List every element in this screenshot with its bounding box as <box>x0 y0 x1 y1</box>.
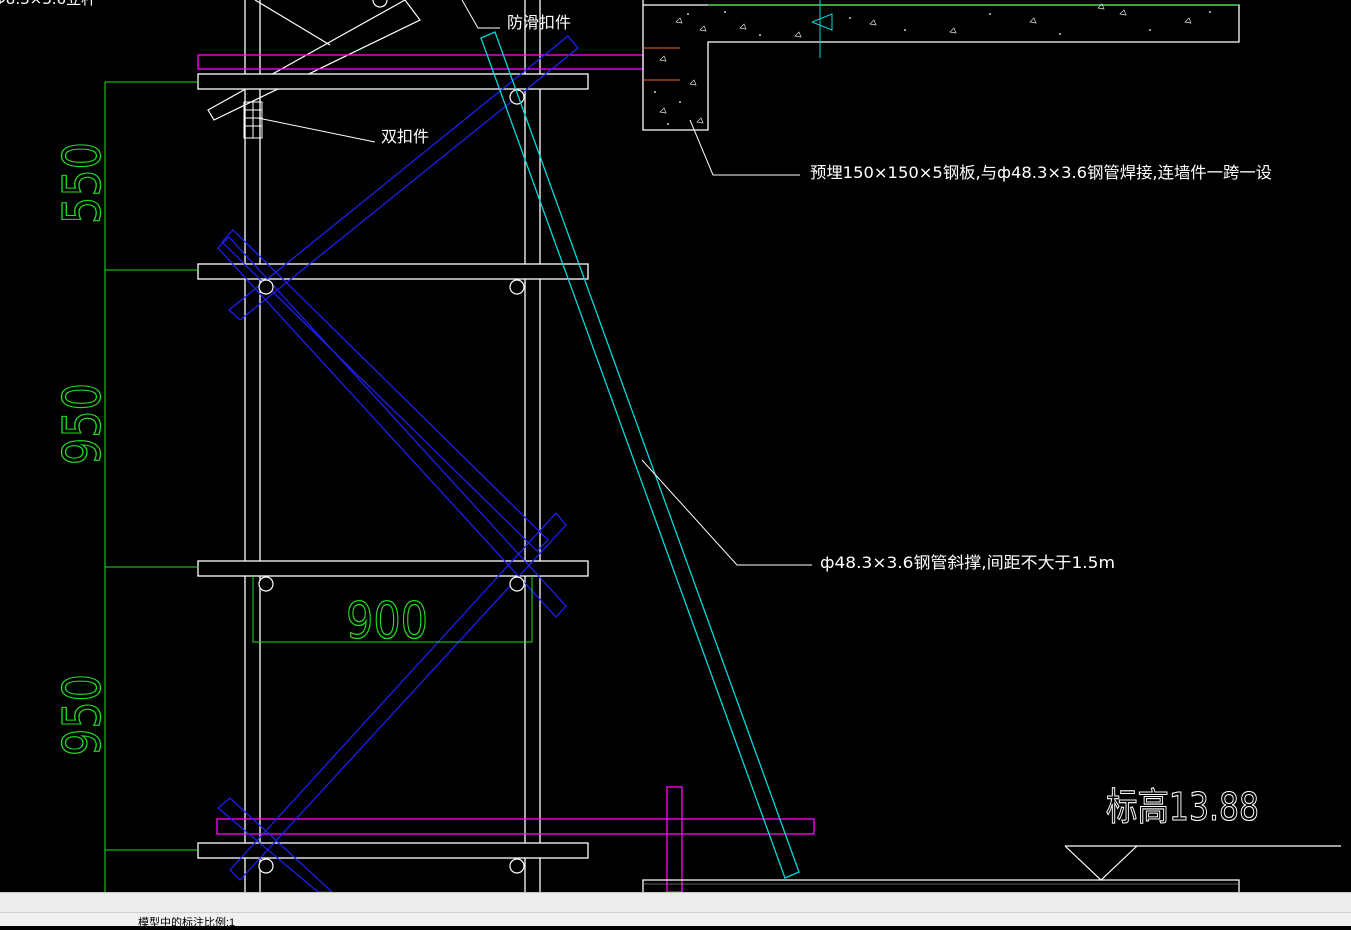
label-embed-note: 预埋150×150×5钢板,与ф48.3×3.6钢管焊接,连墙件一跨一设 <box>810 163 1272 182</box>
dim-950-upper: 950 <box>53 383 113 465</box>
annotation-scale-text: 模型中的标注比例:1 <box>138 917 236 929</box>
magenta-bars <box>197 54 815 892</box>
cyan-diagonal-brace <box>480 31 800 879</box>
dimension-lines <box>104 81 533 892</box>
double-clamp-block <box>243 101 263 139</box>
dim-550: 550 <box>53 142 113 224</box>
joint-circles <box>258 89 525 874</box>
label-double-clamp: 双扣件 <box>381 127 429 146</box>
blue-cross-braces <box>217 35 579 892</box>
concrete-slab-bottom <box>642 879 1240 892</box>
label-brace-note: ф48.3×3.6钢管斜撑,间距不大于1.5m <box>820 553 1115 572</box>
concrete-hatch <box>654 3 1211 125</box>
dim-900: 900 <box>346 592 428 650</box>
dim-950-lower: 950 <box>53 674 113 756</box>
concrete-slab-top <box>642 0 1240 131</box>
label-anti-slip: 防滑扣件 <box>507 13 571 32</box>
horizontal-ledgers <box>197 73 589 859</box>
status-bar: 模型中的标注比例:1 <box>0 892 1351 929</box>
top-white-brace <box>207 0 421 121</box>
label-top-cut: Φ8.3×3.6立杆 <box>0 0 96 8</box>
cad-canvas[interactable]: 550 950 950 900 Φ8.3×3.6立杆 防滑扣件 双扣件 预埋15… <box>0 0 1351 892</box>
label-elevation: 标高13.88 <box>1106 785 1259 829</box>
elevation-marker <box>1064 845 1341 881</box>
status-strip <box>0 893 1351 913</box>
